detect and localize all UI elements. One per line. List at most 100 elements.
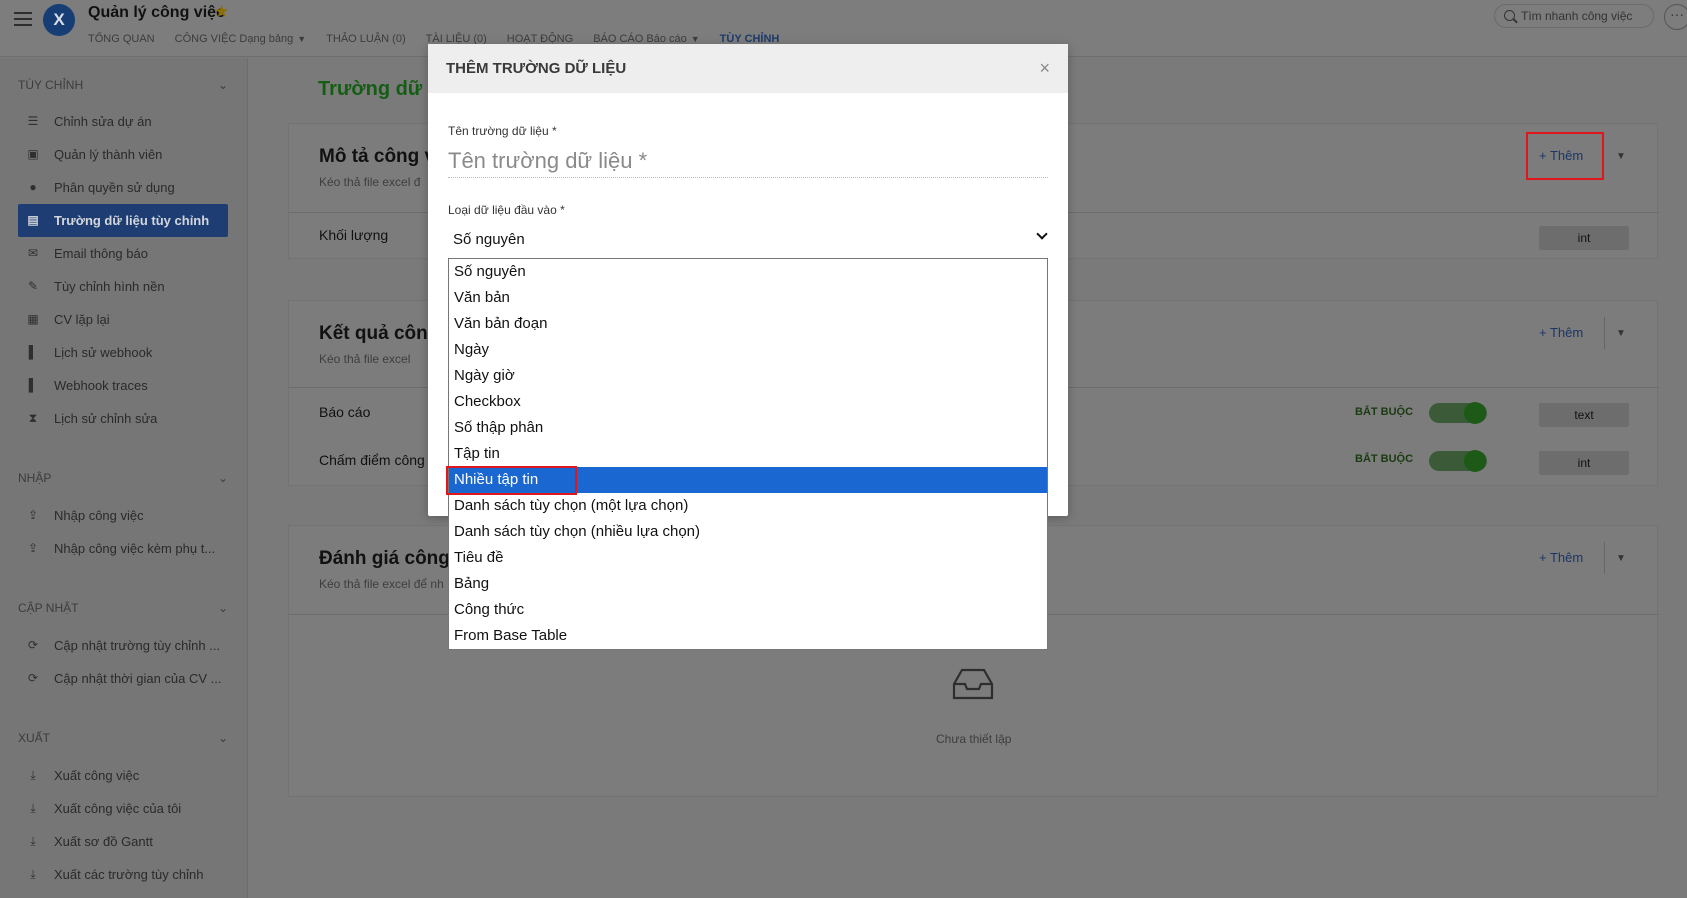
divider	[1604, 317, 1605, 349]
sidebar-group-customize[interactable]: TÙY CHỈNH ⌄	[18, 78, 228, 92]
annotation-highlight	[446, 466, 577, 495]
search-input[interactable]: Tìm nhanh công việc	[1494, 4, 1654, 28]
option[interactable]: Văn bản	[449, 285, 1047, 311]
chevron-down-icon: ⌄	[217, 471, 228, 485]
card-title: Đánh giá công	[319, 548, 450, 569]
search-icon	[1504, 10, 1515, 21]
page-title: Trường dữ li	[318, 78, 439, 100]
chevron-down-icon: ⌄	[217, 601, 228, 615]
option[interactable]: Ngày giờ	[449, 363, 1047, 389]
webhook-icon: ▌	[28, 378, 38, 392]
sidebar-group-export[interactable]: XUẤT ⌄	[18, 731, 228, 745]
sidebar-item-background[interactable]: ✎ Tùy chỉnh hình nền	[18, 270, 228, 303]
tab-discussion[interactable]: THẢO LUẬN (0)	[326, 33, 405, 45]
tab-tasks[interactable]: CÔNG VIỆC Dạng bảng ▼	[175, 33, 307, 45]
field-type-badge: text	[1539, 403, 1629, 427]
chevron-down-icon: ⌄	[217, 78, 228, 92]
refresh-icon: ⟳	[27, 638, 39, 652]
option[interactable]: Tập tin	[449, 441, 1047, 467]
chevron-down-icon: ▼	[297, 34, 307, 44]
sidebar-item-custom-fields[interactable]: ▤ Trường dữ liệu tùy chỉnh	[18, 204, 228, 237]
option[interactable]: Văn bản đoạn	[449, 311, 1047, 337]
star-icon[interactable]: ★	[214, 2, 229, 22]
sidebar-item-export-my-tasks[interactable]: ⤓ Xuất công việc của tôi	[18, 792, 228, 825]
option[interactable]: Số thập phân	[449, 415, 1047, 441]
sidebar-group-update[interactable]: CẬP NHẬT ⌄	[18, 601, 228, 615]
empty-state-text: Chưa thiết lập	[936, 732, 1012, 746]
sidebar-item-export-tasks[interactable]: ⤓ Xuất công việc	[18, 759, 228, 792]
upload-icon: ⇪	[27, 508, 39, 522]
option[interactable]: Số nguyên	[449, 259, 1047, 285]
annotation-highlight	[1526, 132, 1604, 180]
required-label: BẮT BUỘC	[1355, 453, 1414, 465]
sidebar-group-import[interactable]: NHẬP ⌄	[18, 471, 228, 485]
card-title: Mô tả công v	[319, 146, 436, 167]
app-title: Quản lý công việc	[88, 4, 225, 21]
modal-title: THÊM TRƯỜNG DỮ LIỆU	[446, 60, 627, 77]
option[interactable]: Checkbox	[449, 389, 1047, 415]
required-toggle[interactable]	[1429, 450, 1487, 472]
sidebar-item-permissions[interactable]: ● Phân quyền sử dụng	[18, 171, 228, 204]
chevron-down-icon[interactable]: ▼	[1616, 328, 1626, 339]
sidebar-item-import-tasks[interactable]: ⇪ Nhập công việc	[18, 499, 228, 532]
calendar-icon: ▦	[27, 312, 39, 326]
hourglass-icon: ⧗	[28, 411, 38, 425]
field-label: Báo cáo	[319, 404, 371, 420]
more-options-button[interactable]: ···	[1664, 4, 1687, 30]
download-icon: ⤓	[30, 834, 36, 848]
field-type-badge: int	[1539, 451, 1629, 475]
required-toggle[interactable]	[1429, 402, 1487, 424]
modal-header: THÊM TRƯỜNG DỮ LIỆU ×	[428, 44, 1068, 93]
sidebar-item-edit-project[interactable]: ☰ Chỉnh sửa dự án	[18, 105, 228, 138]
list-icon: ☰	[27, 114, 39, 128]
sidebar-item-export-gantt[interactable]: ⤓ Xuất sơ đồ Gantt	[18, 825, 228, 858]
add-field-button[interactable]: + Thêm	[1539, 325, 1583, 340]
menu-icon[interactable]	[14, 12, 32, 26]
option[interactable]: Danh sách tùy chọn (nhiều lựa chọn)	[449, 519, 1047, 545]
mail-icon: ✉	[27, 246, 39, 260]
option[interactable]: Tiêu đề	[449, 545, 1047, 571]
sidebar-item-webhook-history[interactable]: ▌ Lịch sử webhook	[18, 336, 228, 369]
sidebar-item-update-custom-fields[interactable]: ⟳ Cập nhật trường tùy chỉnh ...	[18, 629, 228, 662]
sidebar-item-members[interactable]: ▣ Quản lý thành viên	[18, 138, 228, 171]
field-type-badge: int	[1539, 226, 1629, 250]
sidebar-item-export-custom-fields[interactable]: ⤓ Xuất các trường tùy chỉnh	[18, 858, 228, 891]
sidebar-item-webhook-traces[interactable]: ▌ Webhook traces	[18, 369, 228, 402]
upload-icon: ⇪	[27, 541, 39, 555]
edit-icon: ✎	[27, 279, 39, 293]
card-subtitle: Kéo thả file excel đ	[319, 175, 421, 189]
sidebar: TÙY CHỈNH ⌄ ☰ Chỉnh sửa dự án ▣ Quản lý thà…	[0, 58, 248, 898]
card-subtitle: Kéo thả file excel	[319, 352, 411, 366]
close-icon[interactable]: ×	[1039, 58, 1050, 79]
sidebar-item-edit-history[interactable]: ⧗ Lịch sử chỉnh sửa	[18, 402, 228, 435]
tab-overview[interactable]: TỔNG QUAN	[88, 33, 155, 45]
chevron-down-icon[interactable]: ▼	[1616, 553, 1626, 564]
download-icon: ⤓	[30, 801, 36, 815]
option[interactable]: From Base Table	[449, 623, 1047, 649]
option[interactable]: Danh sách tùy chọn (một lựa chọn)	[449, 493, 1047, 519]
chevron-down-icon: ▼	[690, 34, 700, 44]
chevron-down-icon: ⌄	[217, 731, 228, 745]
permission-icon: ●	[29, 180, 37, 194]
field-name-input[interactable]	[448, 144, 1048, 178]
download-icon: ⤓	[30, 867, 36, 881]
sidebar-item-recurring[interactable]: ▦ CV lặp lại	[18, 303, 228, 336]
sidebar-item-email[interactable]: ✉ Email thông báo	[18, 237, 228, 270]
option[interactable]: Ngày	[449, 337, 1047, 363]
refresh-icon: ⟳	[27, 671, 39, 685]
field-type-selected: Số nguyên	[453, 231, 525, 248]
sidebar-item-import-tasks-attachments[interactable]: ⇪ Nhập công việc kèm phụ t...	[18, 532, 228, 565]
database-icon: ▤	[27, 213, 39, 227]
sidebar-item-update-task-time[interactable]: ⟳ Cập nhật thời gian của CV ...	[18, 662, 228, 695]
member-icon: ▣	[27, 147, 39, 161]
field-label: Chấm điểm công	[319, 452, 425, 468]
field-type-select[interactable]: Số nguyên	[448, 222, 1050, 254]
app-logo: X	[43, 4, 75, 36]
chevron-down-icon	[1036, 228, 1048, 240]
option[interactable]: Công thức	[449, 597, 1047, 623]
option[interactable]: Bảng	[449, 571, 1047, 597]
add-field-button[interactable]: + Thêm	[1539, 550, 1583, 565]
divider	[1604, 542, 1605, 574]
webhook-icon: ▌	[28, 345, 38, 359]
chevron-down-icon[interactable]: ▼	[1616, 151, 1626, 162]
